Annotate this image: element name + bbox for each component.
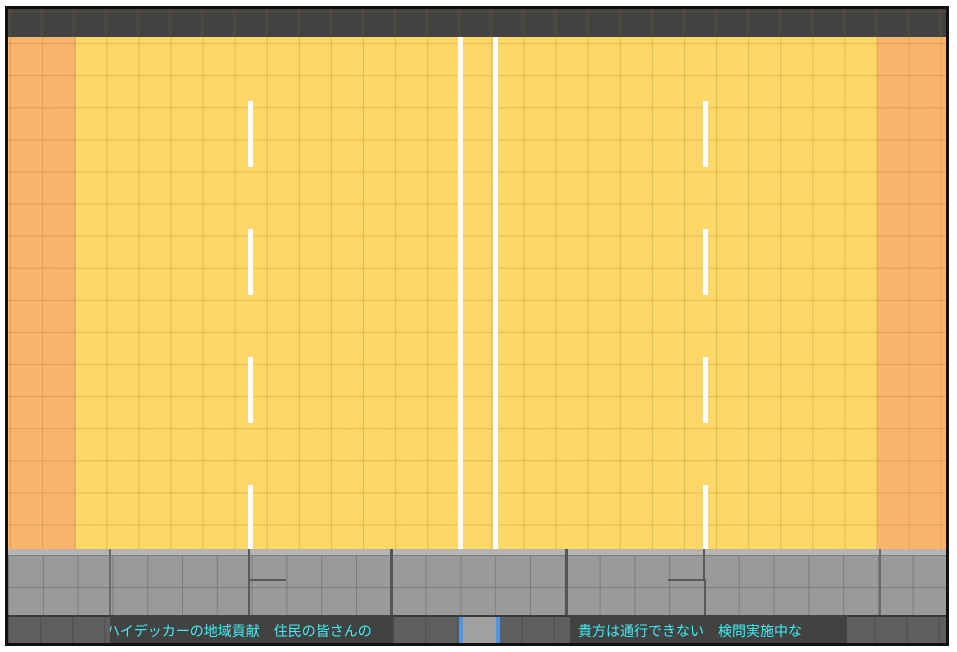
sidewalk-curb-step: [248, 549, 250, 581]
checkpoint-gate: [459, 617, 500, 643]
lane-dash: [248, 485, 253, 549]
center-line-right: [493, 37, 498, 549]
sidewalk-curb-step: [703, 549, 705, 581]
road-surface: [76, 37, 877, 549]
lane-dash: [703, 101, 708, 167]
sidewalk-seam: [109, 549, 111, 615]
lane-dash: [248, 101, 253, 167]
sidewalk-curb-step: [248, 579, 286, 617]
sidewalk-seam: [879, 549, 881, 615]
lane-dash: [703, 485, 708, 549]
lane-dash: [703, 357, 708, 423]
sign-right-text: 貴方は通行できない 検問実施中な: [578, 624, 802, 640]
lane-dash: [248, 229, 253, 295]
scrolling-sign-left: ハイデッカーの地域貢献 住民の皆さんの: [110, 615, 393, 643]
game-viewport: ハイデッカーの地域貢献 住民の皆さんの 貴方は通行できない 検問実施中な: [5, 6, 949, 646]
sidewalk-seam: [390, 549, 393, 615]
top-wall: [8, 9, 946, 37]
scrolling-sign-right: 貴方は通行できない 検問実施中な: [570, 615, 847, 643]
sidewalk: [8, 549, 946, 615]
lane-dash: [703, 229, 708, 295]
right-shoulder: [877, 37, 946, 549]
center-line-left: [458, 37, 463, 549]
lane-dash: [248, 357, 253, 423]
sign-left-text: ハイデッカーの地域貢献 住民の皆さんの: [110, 624, 372, 640]
sidewalk-seam: [565, 549, 568, 615]
sidewalk-curb-step: [668, 579, 706, 617]
left-shoulder: [8, 37, 76, 549]
